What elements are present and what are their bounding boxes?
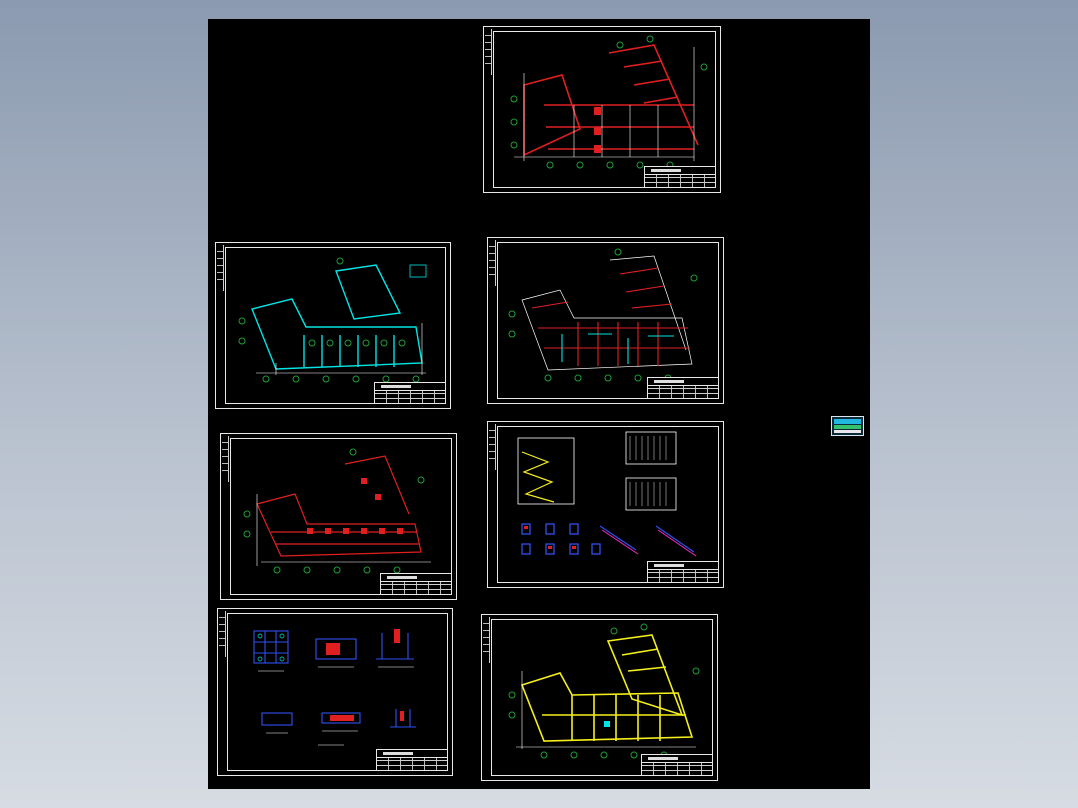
title-block bbox=[647, 377, 719, 399]
drawing-sheet-6[interactable] bbox=[217, 608, 453, 776]
model-space-canvas[interactable] bbox=[208, 19, 870, 789]
title-block bbox=[647, 561, 719, 583]
title-block bbox=[641, 754, 713, 776]
drawing-sheet-2[interactable] bbox=[215, 242, 451, 409]
title-block bbox=[644, 166, 716, 188]
title-block bbox=[376, 749, 448, 771]
layer-legend-icon[interactable] bbox=[831, 416, 864, 436]
drawing-sheet-1[interactable] bbox=[483, 26, 721, 193]
drawing-sheet-7[interactable] bbox=[481, 614, 718, 781]
drawing-sheet-4[interactable] bbox=[220, 433, 457, 600]
drawing-sheet-3[interactable] bbox=[487, 237, 724, 404]
drawing-sheet-5[interactable] bbox=[487, 421, 724, 588]
title-block bbox=[380, 573, 452, 595]
title-block bbox=[374, 382, 446, 404]
